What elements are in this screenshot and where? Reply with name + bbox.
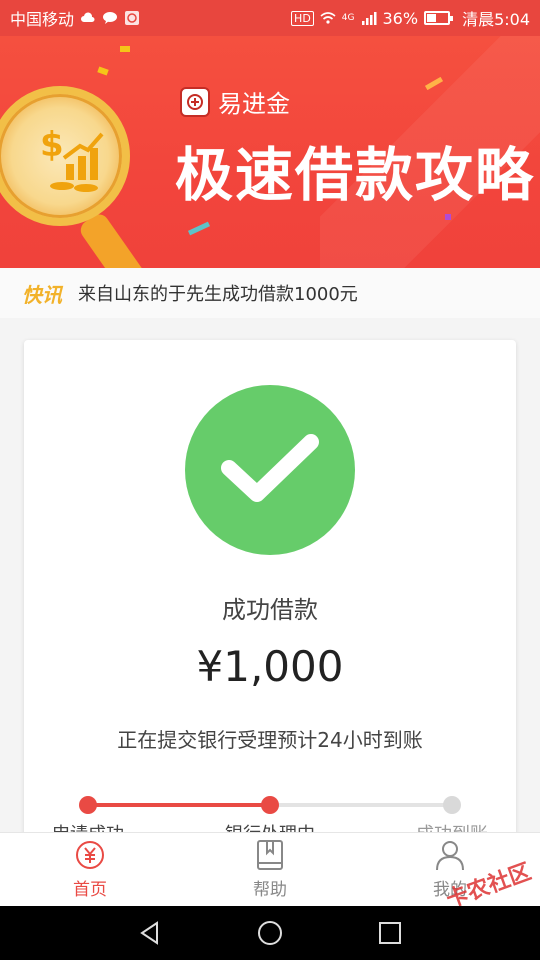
- step-dot-applied: [79, 796, 97, 814]
- book-icon: [254, 839, 286, 871]
- brand-logo-icon: [180, 86, 210, 117]
- confetti: [445, 214, 451, 220]
- signal-icon: [361, 12, 376, 25]
- person-icon: [434, 839, 466, 871]
- progress-fill: [88, 803, 270, 807]
- brand-logo: 易进金: [180, 84, 290, 119]
- battery-icon: [424, 11, 454, 25]
- cloud-icon: [81, 12, 95, 22]
- status-right: HD 4G 36% 清晨5:04: [291, 6, 530, 30]
- brand-name: 易进金: [218, 90, 290, 118]
- hd-badge: HD: [291, 10, 314, 26]
- nav-home[interactable]: 首页: [0, 833, 180, 906]
- wifi-icon: [320, 12, 336, 24]
- banner-title: 极速借款攻略: [175, 141, 536, 209]
- nav-help-label: 帮助: [253, 880, 287, 900]
- app-notify-icon: [125, 11, 140, 25]
- chat-icon: [103, 12, 118, 24]
- loan-result-card: 成功借款 ¥1,000 正在提交银行受理预计24小时到账 申请成功 银行处理中 …: [24, 340, 516, 845]
- news-ticker: 快讯 来自山东的于先生成功借款1000元: [0, 268, 540, 318]
- chart-bars-icon: $: [40, 125, 104, 192]
- confetti: [97, 66, 109, 76]
- clock: 清晨5:04: [462, 10, 530, 29]
- carrier-label: 中国移动: [10, 10, 75, 29]
- confetti: [187, 221, 211, 236]
- success-title: 成功借款: [222, 596, 318, 624]
- progress-track: [79, 796, 461, 814]
- recents-icon[interactable]: [377, 920, 403, 946]
- home-icon[interactable]: [257, 920, 283, 946]
- nav-home-label: 首页: [73, 880, 107, 900]
- processing-note: 正在提交银行受理预计24小时到账: [117, 728, 423, 752]
- confetti: [120, 46, 130, 52]
- battery-percent: 36%: [382, 8, 419, 28]
- svg-text:$: $: [40, 125, 64, 165]
- system-nav-bar: [0, 906, 540, 960]
- back-icon[interactable]: [137, 920, 163, 946]
- promo-banner[interactable]: $ 易进金 极速借款攻略: [0, 36, 540, 268]
- ticker-text: 来自山东的于先生成功借款1000元: [78, 284, 358, 305]
- status-bar: 中国移动 HD 4G 36% 清晨5:04: [0, 0, 540, 36]
- step-dot-arrived: [443, 796, 461, 814]
- step-dot-processing: [261, 796, 279, 814]
- loan-amount: ¥1,000: [196, 642, 344, 691]
- ticker-tag: 快讯: [22, 282, 62, 307]
- yuan-circle-icon: [74, 839, 106, 871]
- nav-help[interactable]: 帮助: [180, 833, 360, 906]
- status-left: 中国移动: [10, 6, 140, 30]
- network-label: 4G: [341, 13, 355, 23]
- success-check-icon: [185, 385, 355, 555]
